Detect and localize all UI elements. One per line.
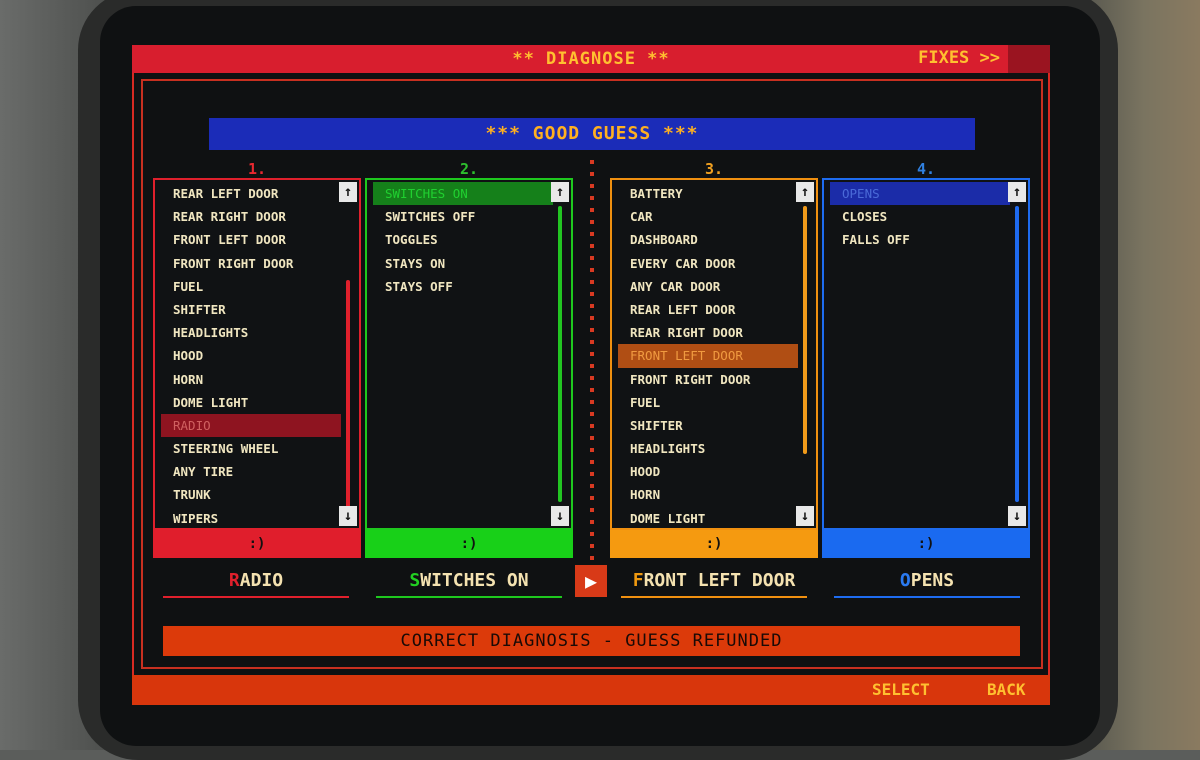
scroll-down-arrow-icon[interactable]: ↓ <box>339 506 357 526</box>
column-footer: :) <box>610 530 818 558</box>
list-item[interactable]: OPENS <box>830 182 1010 206</box>
scrollbar[interactable]: ↑ ↓ <box>796 182 814 526</box>
list-item[interactable]: REAR LEFT DOOR <box>618 298 798 321</box>
scroll-thumb[interactable] <box>803 206 807 454</box>
column-number: 3. <box>704 160 724 178</box>
bottom-bar: SELECT BACK <box>132 675 1050 705</box>
option-list: BATTERY CAR DASHBOARD EVERY CAR DOOR ANY CAR… <box>618 182 798 530</box>
answer-initial: R <box>228 570 240 591</box>
title-bar: ** DIAGNOSE ** FIXES >> <box>132 45 1050 73</box>
column-3: 3. BATTERY CAR DASHBOARD EVERY CAR DOOR ANY … <box>610 160 818 560</box>
scroll-up-arrow-icon[interactable]: ↑ <box>796 182 814 202</box>
scroll-down-arrow-icon[interactable]: ↓ <box>1008 506 1026 526</box>
list-item[interactable]: EVERY CAR DOOR <box>618 252 798 275</box>
list-item[interactable]: HEADLIGHTS <box>618 437 798 460</box>
answer-slot-1: RADIO <box>163 568 349 598</box>
list-item[interactable]: SWITCHES OFF <box>373 205 553 228</box>
list-item[interactable]: WIPERS <box>161 507 341 530</box>
dotted-divider <box>590 160 594 560</box>
list-item[interactable]: DOME LIGHT <box>161 391 341 414</box>
list-item[interactable]: HOOD <box>161 344 341 367</box>
list-item[interactable]: ANY CAR DOOR <box>618 275 798 298</box>
list-item[interactable]: FUEL <box>161 275 341 298</box>
column-footer: :) <box>822 530 1030 558</box>
option-list: REAR LEFT DOOR REAR RIGHT DOOR FRONT LEFT … <box>161 182 341 530</box>
list-item[interactable]: HOOD <box>618 460 798 483</box>
scroll-up-arrow-icon[interactable]: ↑ <box>1008 182 1026 202</box>
list-box: SWITCHES ON SWITCHES OFF TOGGLES STAYS ON ST… <box>365 178 573 530</box>
scroll-thumb[interactable] <box>558 206 562 502</box>
column-1: 1. REAR LEFT DOOR REAR RIGHT DOOR FRONT LE… <box>153 160 361 560</box>
list-item[interactable]: HEADLIGHTS <box>161 321 341 344</box>
list-box: REAR LEFT DOOR REAR RIGHT DOOR FRONT LEFT … <box>153 178 361 530</box>
answer-initial: S <box>409 570 421 591</box>
list-item[interactable]: STEERING WHEEL <box>161 437 341 460</box>
list-item[interactable]: RADIO <box>161 413 341 438</box>
scroll-down-arrow-icon[interactable]: ↓ <box>796 506 814 526</box>
list-item[interactable]: SWITCHES ON <box>373 182 553 206</box>
list-item[interactable]: FRONT LEFT DOOR <box>161 228 341 251</box>
scroll-thumb[interactable] <box>1015 206 1019 502</box>
list-item[interactable]: HORN <box>161 368 341 391</box>
list-item[interactable]: ANY TIRE <box>161 460 341 483</box>
answer-initial: F <box>632 570 644 591</box>
scrollbar[interactable]: ↑ ↓ <box>339 182 357 526</box>
column-footer: :) <box>153 530 361 558</box>
list-item[interactable]: DOME LIGHT <box>618 507 798 530</box>
scrollbar[interactable]: ↑ ↓ <box>1008 182 1026 526</box>
list-item[interactable]: BATTERY <box>618 182 798 205</box>
list-item[interactable]: TOGGLES <box>373 228 553 251</box>
column-number: 2. <box>459 160 479 178</box>
page-title: ** DIAGNOSE ** <box>512 49 670 69</box>
answer-slot-3: FRONT LEFT DOOR <box>621 568 807 598</box>
list-item[interactable]: STAYS OFF <box>373 275 553 298</box>
option-list: OPENS CLOSES FALLS OFF <box>830 182 1010 252</box>
column-footer: :) <box>365 530 573 558</box>
back-button[interactable]: BACK <box>987 680 1026 699</box>
list-item[interactable]: STAYS ON <box>373 252 553 275</box>
list-box: OPENS CLOSES FALLS OFF ↑ ↓ <box>822 178 1030 530</box>
select-button[interactable]: SELECT <box>872 680 930 699</box>
play-icon[interactable]: ▶ <box>575 565 607 597</box>
column-number: 4. <box>916 160 936 178</box>
scroll-up-arrow-icon[interactable]: ↑ <box>551 182 569 202</box>
list-item[interactable]: CLOSES <box>830 205 1010 228</box>
answer-rest: RONT LEFT DOOR <box>643 570 796 591</box>
column-4: 4. OPENS CLOSES FALLS OFF ↑ ↓ :) <box>822 160 1030 560</box>
scrollbar[interactable]: ↑ ↓ <box>551 182 569 526</box>
list-item[interactable]: REAR RIGHT DOOR <box>618 321 798 344</box>
list-item[interactable]: CAR <box>618 205 798 228</box>
answer-slot-4: OPENS <box>834 568 1020 598</box>
list-item[interactable]: SHIFTER <box>618 414 798 437</box>
list-box: BATTERY CAR DASHBOARD EVERY CAR DOOR ANY CAR… <box>610 178 818 530</box>
result-banner: *** GOOD GUESS *** <box>209 118 975 150</box>
column-2: 2. SWITCHES ON SWITCHES OFF TOGGLES STAYS O… <box>365 160 573 560</box>
scroll-down-arrow-icon[interactable]: ↓ <box>551 506 569 526</box>
list-item[interactable]: FUEL <box>618 391 798 414</box>
tab-stub <box>1008 45 1050 73</box>
list-item[interactable]: SHIFTER <box>161 298 341 321</box>
answer-rest: ADIO <box>239 570 284 591</box>
status-message: CORRECT DIAGNOSIS - GUESS REFUNDED <box>163 626 1020 656</box>
list-item[interactable]: FALLS OFF <box>830 228 1010 251</box>
list-item[interactable]: DASHBOARD <box>618 228 798 251</box>
list-item[interactable]: REAR RIGHT DOOR <box>161 205 341 228</box>
option-list: SWITCHES ON SWITCHES OFF TOGGLES STAYS ON ST… <box>373 182 553 298</box>
list-item[interactable]: FRONT LEFT DOOR <box>618 344 798 368</box>
answer-rest: PENS <box>910 570 955 591</box>
scroll-up-arrow-icon[interactable]: ↑ <box>339 182 357 202</box>
column-number: 1. <box>247 160 267 178</box>
answer-slot-2: SWITCHES ON <box>376 568 562 598</box>
answer-rest: WITCHES ON <box>420 570 529 591</box>
fixes-tab-button[interactable]: FIXES >> <box>918 48 1000 68</box>
scroll-thumb[interactable] <box>346 280 350 510</box>
list-item[interactable]: HORN <box>618 483 798 506</box>
list-item[interactable]: FRONT RIGHT DOOR <box>161 252 341 275</box>
list-item[interactable]: TRUNK <box>161 483 341 506</box>
list-item[interactable]: FRONT RIGHT DOOR <box>618 368 798 391</box>
answer-initial: O <box>899 570 911 591</box>
list-item[interactable]: REAR LEFT DOOR <box>161 182 341 205</box>
